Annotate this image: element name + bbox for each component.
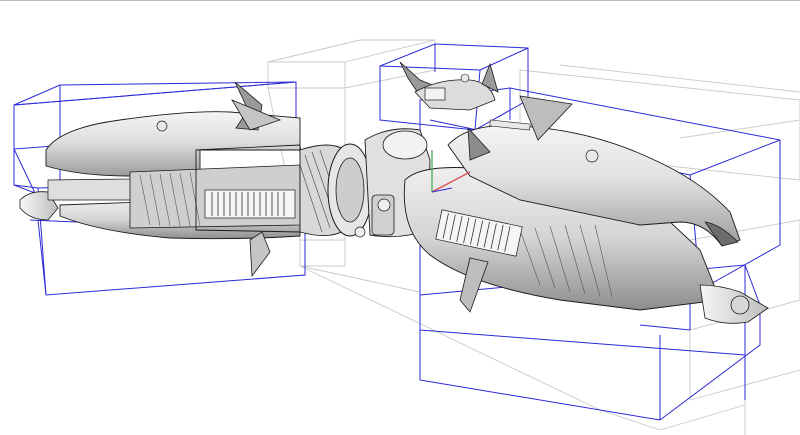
left-engine-nacelle[interactable] <box>19 81 306 278</box>
3d-viewport[interactable] <box>0 0 800 435</box>
scene-canvas[interactable] <box>0 0 800 435</box>
right-engine-nacelle[interactable] <box>403 95 769 324</box>
